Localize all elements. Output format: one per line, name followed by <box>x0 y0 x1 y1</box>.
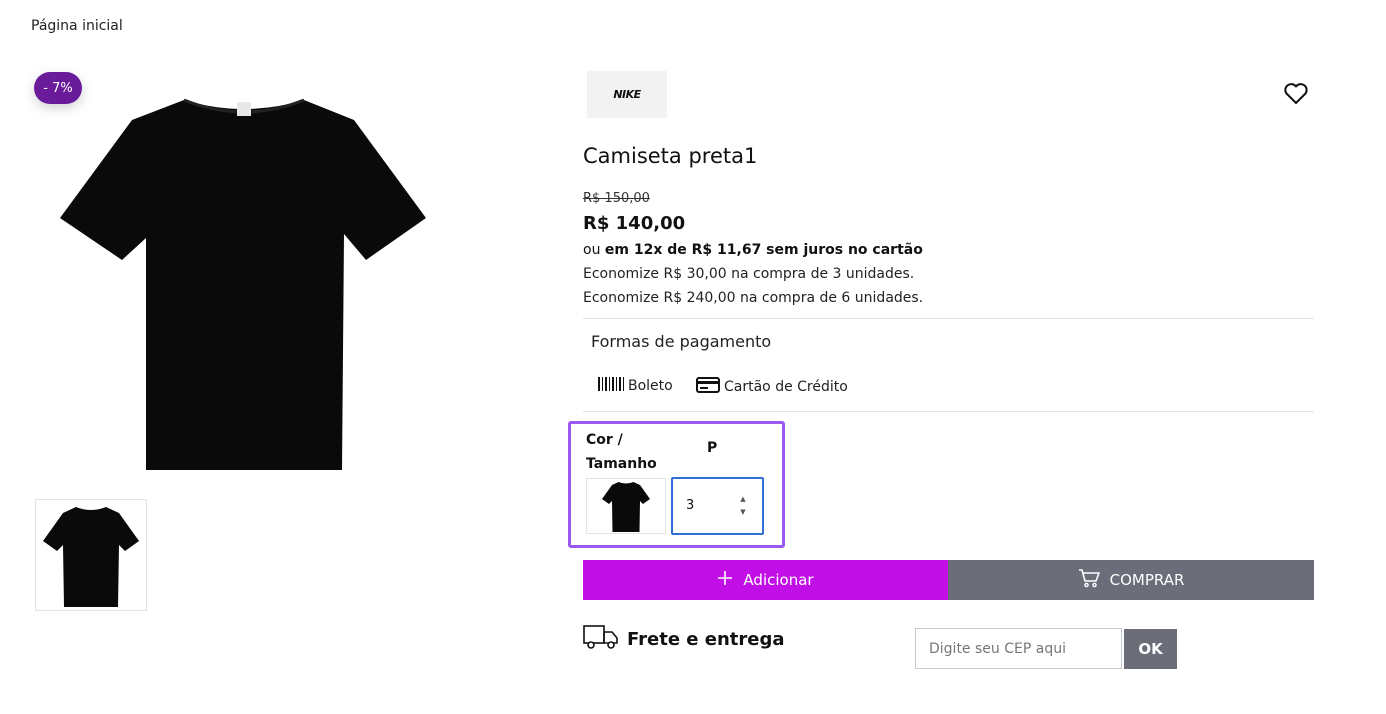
cep-input[interactable] <box>915 628 1122 669</box>
quantity-spin-buttons[interactable]: ▲ ▼ <box>735 495 751 517</box>
buy-button-label: COMPRAR <box>1109 571 1185 589</box>
variant-header: Cor / Tamanho <box>586 432 657 472</box>
installment-terms: em 12x de R$ 11,67 sem juros no cartão <box>604 242 923 258</box>
add-button-label: Adicionar <box>743 571 814 589</box>
payment-method-boleto[interactable]: Boleto <box>598 377 673 395</box>
brand-logo-text: NIKE <box>613 88 641 101</box>
cart-icon <box>1078 568 1100 592</box>
credit-card-icon <box>696 377 720 397</box>
truck-icon <box>583 623 619 655</box>
payment-methods-title: Formas de pagamento <box>591 332 772 351</box>
economy-line: Economize R$ 30,00 na compra de 3 unidad… <box>583 266 915 282</box>
size-label: P <box>707 440 718 456</box>
divider <box>583 411 1314 412</box>
installment-info: ou em 12x de R$ 11,67 sem juros no cartã… <box>583 242 923 258</box>
shipping-label: Frete e entrega <box>627 628 785 650</box>
barcode-icon <box>598 377 624 395</box>
product-title: Camiseta preta1 <box>583 144 758 168</box>
payment-method-credit-card[interactable]: Cartão de Crédito <box>696 377 848 397</box>
current-price: R$ 140,00 <box>583 213 686 234</box>
plus-icon <box>717 570 733 590</box>
buy-button[interactable]: COMPRAR <box>948 560 1314 600</box>
product-main-image <box>54 80 434 470</box>
divider <box>583 318 1314 319</box>
cep-ok-button[interactable]: OK <box>1124 629 1177 669</box>
old-price: R$ 150,00 <box>583 191 650 206</box>
brand-logo[interactable]: NIKE <box>587 71 667 118</box>
payment-method-label: Boleto <box>628 378 673 394</box>
quantity-value[interactable]: 3 <box>686 498 694 513</box>
product-thumbnail[interactable] <box>35 499 147 611</box>
increment-arrow-icon[interactable]: ▲ <box>740 495 745 504</box>
payment-method-label: Cartão de Crédito <box>724 379 848 395</box>
quantity-stepper[interactable]: 3 ▲ ▼ <box>671 477 764 535</box>
favorite-heart-icon[interactable] <box>1283 82 1311 108</box>
variant-color-image <box>586 478 666 534</box>
shipping-section: Frete e entrega <box>583 623 785 655</box>
breadcrumb-home[interactable]: Página inicial <box>31 18 123 34</box>
add-button[interactable]: Adicionar <box>583 560 948 600</box>
variant-selector: Cor / Tamanho P 3 ▲ ▼ <box>568 421 785 548</box>
decrement-arrow-icon[interactable]: ▼ <box>740 508 745 517</box>
discount-badge: - 7% <box>34 72 82 104</box>
installment-prefix: ou <box>583 242 605 258</box>
economy-line: Economize R$ 240,00 na compra de 6 unida… <box>583 290 924 306</box>
